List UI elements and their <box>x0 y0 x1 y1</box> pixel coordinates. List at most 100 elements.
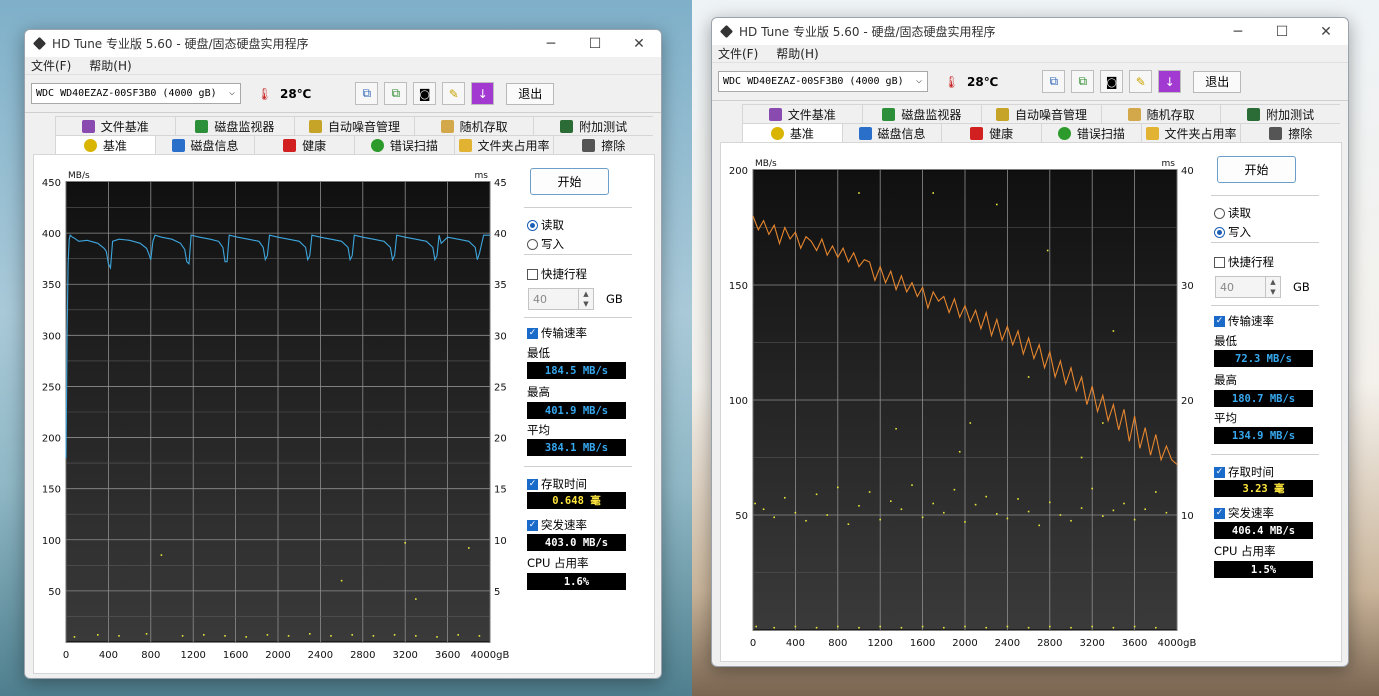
access-time-point <box>996 513 998 515</box>
tab-extra-tests[interactable]: 附加测试 <box>533 116 653 135</box>
access-time-point <box>181 635 184 637</box>
x-tick-label: 3600 <box>435 650 460 661</box>
menu-help[interactable]: 帮助(H) <box>776 45 818 62</box>
y-tick-label: 150 <box>42 485 61 496</box>
tab-random-access[interactable]: 随机存取 <box>1100 104 1221 123</box>
tab-erase[interactable]: 擦除 <box>553 135 654 154</box>
read-radio[interactable]: 读取 <box>527 217 564 233</box>
tab-random-access[interactable]: 随机存取 <box>413 116 534 135</box>
access-time-checkbox[interactable]: ✓ 存取时间 <box>527 476 587 492</box>
burst-value: 406.4 MB/s <box>1214 522 1313 539</box>
tab-folder-usage[interactable]: 文件夹占用率 <box>1140 123 1241 142</box>
y-tick-label: 300 <box>42 331 61 342</box>
menu-help[interactable]: 帮助(H) <box>89 57 131 74</box>
y2-tick-label: 45 <box>494 178 507 189</box>
window-title: HD Tune 专业版 5.60 - 硬盘/固态硬盘实用程序 <box>739 25 996 39</box>
chevron-down-icon: ⌵ <box>228 87 235 98</box>
access-time-point <box>1144 508 1146 511</box>
read-radio[interactable]: 读取 <box>1214 205 1251 221</box>
transfer-rate-checkbox[interactable]: ✓ 传输速率 <box>1214 313 1274 329</box>
tab-folder-usage[interactable]: 文件夹占用率 <box>453 135 554 154</box>
tab-label: 磁盘监视器 <box>214 119 275 134</box>
access-time-checkbox[interactable]: ✓ 存取时间 <box>1214 464 1274 480</box>
cpu-label: CPU 占用率 <box>1214 544 1276 558</box>
maximize-button[interactable]: ☐ <box>573 30 617 57</box>
short-stroke-stepper[interactable]: 40 ▲ ▼ <box>528 288 594 310</box>
separator <box>1211 305 1319 306</box>
tab-aam[interactable]: 自动噪音管理 <box>981 104 1101 123</box>
screenshot-camera-icon[interactable]: ◙ <box>1100 70 1124 93</box>
title-bar[interactable]: HD Tune 专业版 5.60 - 硬盘/固态硬盘实用程序 ─ ☐ ✕ <box>712 18 1348 45</box>
copy-info-icon[interactable]: ⧉ <box>355 82 379 105</box>
access-time-point <box>826 514 828 516</box>
short-stroke-stepper[interactable]: 40 ▲ ▼ <box>1215 276 1281 298</box>
tab-label: 健康 <box>989 126 1014 141</box>
burst-rate-checkbox[interactable]: ✓ 突发速率 <box>1214 505 1274 521</box>
tab-label: 擦除 <box>601 138 626 153</box>
min-value: 72.3 MB/s <box>1214 350 1313 367</box>
tab-benchmark[interactable]: 基准 <box>742 123 842 142</box>
exit-button[interactable]: 退出 <box>506 82 555 105</box>
stepper-arrows-icon[interactable]: ▲ ▼ <box>578 289 593 309</box>
menu-file[interactable]: 文件(F) <box>718 45 758 62</box>
short-stroke-checkbox[interactable]: 快捷行程 <box>527 266 587 282</box>
copy-text-icon[interactable]: ⧉ <box>1071 70 1095 93</box>
drive-select[interactable]: WDC WD40EZAZ-00SF3B0 (4000 gB) ⌵ <box>718 71 928 92</box>
burst-rate-checkbox[interactable]: ✓ 突发速率 <box>527 517 587 533</box>
tab-label: 文件基准 <box>787 107 836 122</box>
access-time-point <box>1049 625 1051 628</box>
access-time-point <box>921 625 924 628</box>
tab-file-benchmark[interactable]: 文件基准 <box>55 116 175 135</box>
tab-disk-monitor[interactable]: 磁盘监视器 <box>174 116 295 135</box>
access-value: 3.23 毫 <box>1214 480 1313 497</box>
short-stroke-checkbox[interactable]: 快捷行程 <box>1214 254 1274 270</box>
access-time-point <box>1112 330 1115 332</box>
close-button[interactable]: ✕ <box>617 30 661 57</box>
access-time-point <box>953 488 956 491</box>
start-button[interactable]: 开始 <box>530 168 609 195</box>
exit-button[interactable]: 退出 <box>1193 70 1242 93</box>
write-radio[interactable]: 写入 <box>1214 224 1251 240</box>
options-icon[interactable]: ✎ <box>442 82 466 105</box>
tab-disk-info[interactable]: 磁盘信息 <box>154 135 255 154</box>
close-button[interactable]: ✕ <box>1304 18 1348 45</box>
access-time-point <box>969 422 972 424</box>
menu-file[interactable]: 文件(F) <box>31 57 71 74</box>
copy-text-icon[interactable]: ⧉ <box>384 82 408 105</box>
tab-error-scan[interactable]: 错误扫描 <box>354 135 454 154</box>
max-value: 401.9 MB/s <box>527 402 626 419</box>
tab-error-scan[interactable]: 错误扫描 <box>1041 123 1141 142</box>
tab-erase[interactable]: 擦除 <box>1240 123 1341 142</box>
tab-file-benchmark[interactable]: 文件基准 <box>742 104 862 123</box>
copy-info-icon[interactable]: ⧉ <box>1042 70 1066 93</box>
tab-extra-tests[interactable]: 附加测试 <box>1220 104 1340 123</box>
minimize-button[interactable]: ─ <box>529 30 573 57</box>
access-time-point <box>1133 625 1136 628</box>
start-button[interactable]: 开始 <box>1217 156 1296 183</box>
file-benchmark-icon <box>768 107 782 121</box>
read-label: 读取 <box>1228 206 1251 220</box>
title-bar[interactable]: HD Tune 专业版 5.60 - 硬盘/固态硬盘实用程序 ─ ☐ ✕ <box>25 30 661 57</box>
stepper-arrows-icon[interactable]: ▲ ▼ <box>1265 277 1280 297</box>
tab-disk-monitor[interactable]: 磁盘监视器 <box>861 104 982 123</box>
transfer-rate-checkbox[interactable]: ✓ 传输速率 <box>527 325 587 341</box>
drive-select[interactable]: WDC WD40EZAZ-00SF3B0 (4000 gB) ⌵ <box>31 83 241 104</box>
tab-disk-info[interactable]: 磁盘信息 <box>841 123 942 142</box>
access-time-point <box>1155 626 1157 629</box>
access-time-point <box>815 626 818 629</box>
maximize-button[interactable]: ☐ <box>1260 18 1304 45</box>
screenshot-camera-icon[interactable]: ◙ <box>413 82 437 105</box>
x-tick-label: 0 <box>750 638 756 649</box>
write-radio[interactable]: 写入 <box>527 236 564 252</box>
tab-health[interactable]: 健康 <box>941 123 1042 142</box>
y2-tick-label: 10 <box>494 536 507 547</box>
tab-aam[interactable]: 自动噪音管理 <box>294 116 414 135</box>
minimize-button[interactable]: ─ <box>1216 18 1260 45</box>
save-download-icon[interactable]: ↓ <box>471 82 495 105</box>
options-icon[interactable]: ✎ <box>1129 70 1153 93</box>
access-time-point <box>805 519 807 522</box>
access-time-point <box>330 635 332 637</box>
tab-health[interactable]: 健康 <box>254 135 355 154</box>
save-download-icon[interactable]: ↓ <box>1158 70 1182 93</box>
tab-benchmark[interactable]: 基准 <box>55 135 155 154</box>
